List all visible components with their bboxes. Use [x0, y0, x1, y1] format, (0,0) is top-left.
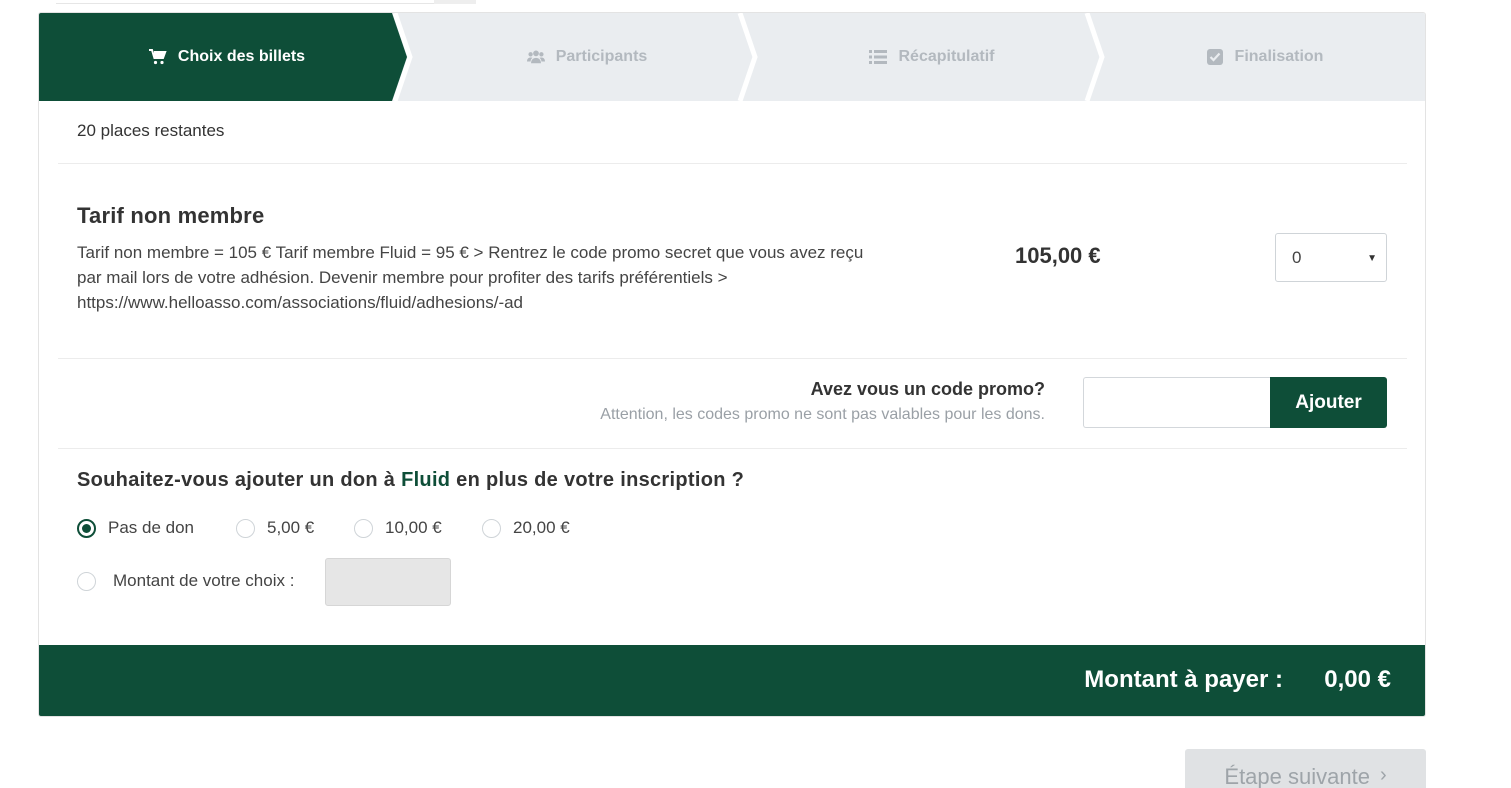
caret-down-icon: ▼	[1367, 253, 1377, 264]
radio-icon	[482, 518, 501, 538]
radio-icon	[354, 518, 373, 538]
total-label: Montant à payer :	[1084, 666, 1283, 693]
divider	[58, 358, 1407, 359]
step-label: Choix des billets	[177, 48, 306, 65]
donation-option-label: Pas de don	[108, 518, 195, 537]
promo-note: Attention, les codes promo ne sont pas v…	[600, 406, 1045, 423]
users-icon	[526, 47, 546, 67]
add-promo-button[interactable]: Ajouter	[1270, 377, 1387, 428]
donation-option-label: 5,00 €	[267, 518, 315, 537]
donation-option-none[interactable]: Pas de don	[77, 518, 194, 538]
org-name: Fluid	[401, 469, 451, 491]
step-label: Finalisation	[1234, 48, 1324, 65]
radio-icon	[236, 518, 255, 538]
radio-icon	[77, 571, 96, 591]
cart-icon	[148, 47, 168, 67]
step-label: Récapitulatif	[898, 48, 995, 65]
divider	[58, 163, 1407, 164]
list-icon	[868, 47, 888, 67]
promo-question: Avez vous un code promo?	[810, 379, 1045, 399]
tarif-price: 105,00 €	[1015, 243, 1101, 268]
promo-code-input[interactable]	[1083, 377, 1273, 428]
chevron-right-icon: ›	[1379, 764, 1387, 786]
donation-option-custom[interactable]: Montant de votre choix :	[77, 571, 294, 591]
top-tab-remnant	[56, 0, 476, 4]
donation-question: Souhaitez-vous ajouter un don à Fluid en…	[77, 469, 744, 492]
step-choix-des-billets[interactable]: Choix des billets	[39, 13, 414, 101]
radio-selected-icon	[77, 518, 96, 538]
total-value: 0,00 €	[1324, 666, 1391, 693]
donation-option-10[interactable]: 10,00 €	[354, 518, 442, 538]
step-participants[interactable]: Participants	[409, 13, 764, 101]
quantity-select[interactable]: 0 ▼	[1275, 233, 1387, 282]
donation-option-20[interactable]: 20,00 €	[482, 518, 570, 538]
total-bar: Montant à payer : 0,00 €	[39, 645, 1425, 716]
step-recapitulatif[interactable]: Récapitulatif	[754, 13, 1109, 101]
donation-option-label: 10,00 €	[385, 518, 442, 537]
divider	[58, 448, 1407, 449]
places-remaining: 20 places restantes	[77, 121, 225, 140]
next-step-button[interactable]: Étape suivante ›	[1185, 749, 1426, 788]
steps-bar: Choix des billets Participants Récapitul…	[39, 13, 1425, 101]
tarif-title: Tarif non membre	[77, 203, 265, 228]
step-finalisation[interactable]: Finalisation	[1101, 13, 1425, 101]
tarif-description: Tarif non membre = 105 € Tarif membre Fl…	[77, 243, 864, 312]
ticket-form-card: Choix des billets Participants Récapitul…	[38, 12, 1426, 717]
checkbox-icon	[1205, 47, 1225, 67]
donation-question-suffix: en plus de votre inscription ?	[450, 469, 745, 491]
next-step-label: Étape suivante	[1224, 764, 1370, 788]
custom-amount-label: Montant de votre choix :	[113, 571, 295, 590]
donation-option-label: 20,00 €	[513, 518, 570, 537]
donation-option-5[interactable]: 5,00 €	[236, 518, 314, 538]
custom-amount-input[interactable]	[325, 558, 451, 606]
step-label: Participants	[555, 48, 648, 65]
donation-question-prefix: Souhaitez-vous ajouter un don à	[77, 469, 402, 491]
quantity-value: 0	[1292, 247, 1302, 267]
